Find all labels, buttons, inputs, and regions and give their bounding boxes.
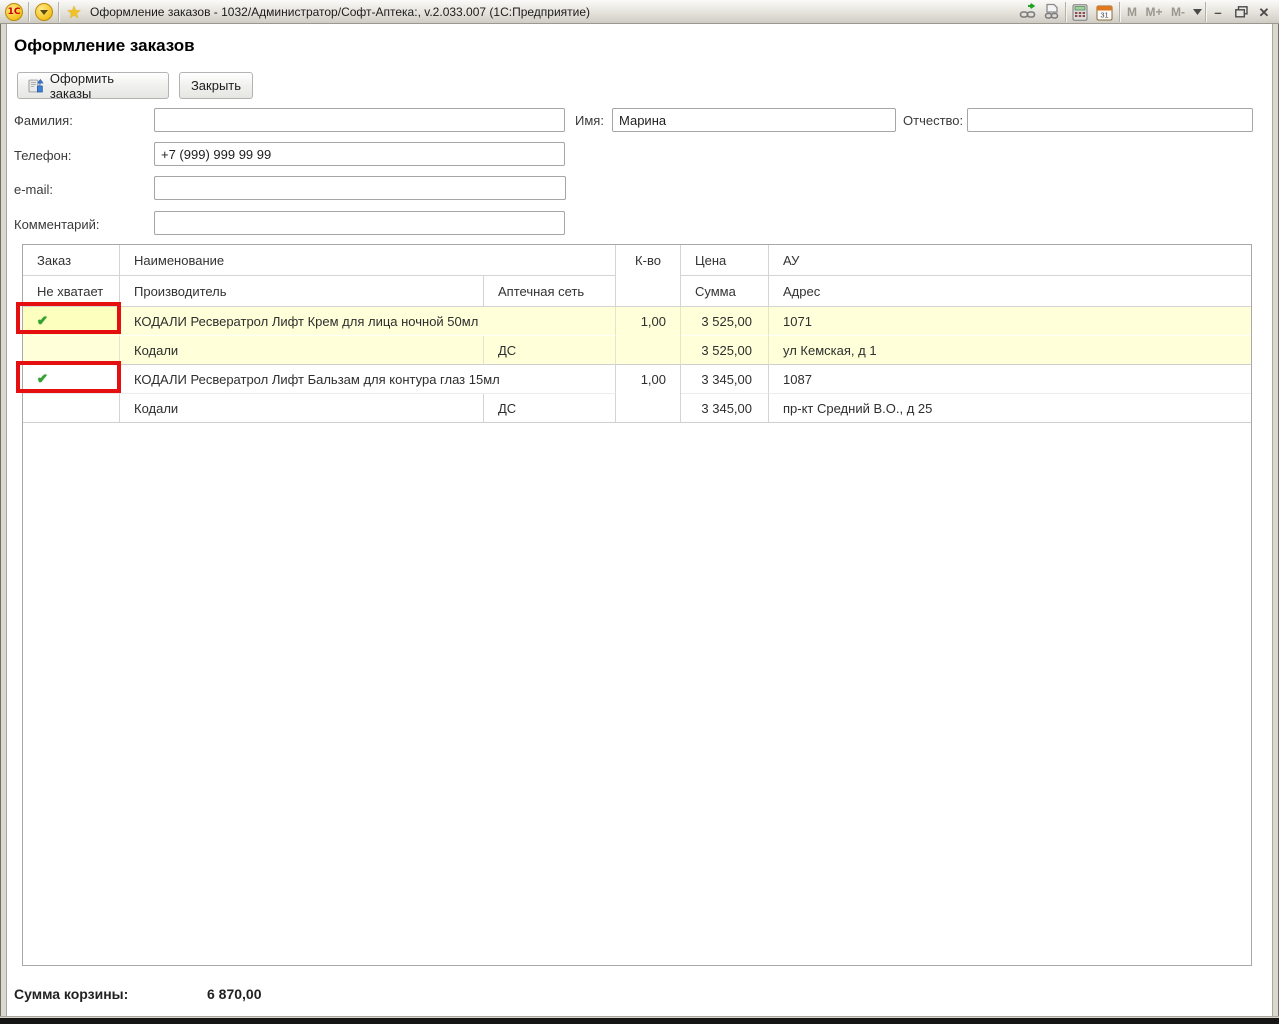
network-cell[interactable]: ДС <box>484 394 616 423</box>
sum-cell[interactable]: 3 345,00 <box>681 394 769 423</box>
sum-cell[interactable]: 3 525,00 <box>681 336 769 365</box>
calendar-button[interactable]: 31 <box>1092 1 1116 23</box>
titlebar-separator <box>1119 2 1121 22</box>
network-cell[interactable]: ДС <box>484 336 616 365</box>
close-button[interactable]: ✕ <box>1254 1 1274 23</box>
memory-m-label: M <box>1127 5 1137 19</box>
svg-text:31: 31 <box>1100 10 1108 19</box>
manufacturer-cell[interactable]: Кодали <box>120 336 484 365</box>
favorites-button[interactable]: ★ <box>60 1 88 23</box>
header-price: Цена <box>681 245 769 276</box>
header-address: Адрес <box>769 276 1251 307</box>
shortage-cell[interactable] <box>23 394 120 423</box>
header-sum: Сумма <box>681 276 769 307</box>
middlename-input[interactable] <box>967 108 1253 132</box>
table-row[interactable]: ✔ КОДАЛИ Ресвератрол Лифт Бальзам для ко… <box>23 365 1251 423</box>
product-name-cell[interactable]: КОДАЛИ Ресвератрол Лифт Бальзам для конт… <box>120 365 616 394</box>
calculator-icon <box>1072 4 1088 21</box>
close-icon: ✕ <box>1259 6 1270 19</box>
system-menu-button[interactable] <box>30 1 58 23</box>
cart-total-value: 6 870,00 <box>207 986 262 1002</box>
calculator-button[interactable] <box>1068 1 1092 23</box>
header-shortage: Не хватает <box>23 276 120 307</box>
header-network: Аптечная сеть <box>484 276 616 307</box>
order-checkbox-cell[interactable]: ✔ <box>23 307 120 336</box>
page-title: Оформление заказов <box>14 36 195 56</box>
au-cell[interactable]: 1087 <box>769 365 1251 394</box>
window-border-right <box>1272 24 1279 1016</box>
header-qty: К-во <box>616 245 681 307</box>
memory-m-plus-label: M+ <box>1145 5 1162 19</box>
au-cell[interactable]: 1071 <box>769 307 1251 336</box>
titlebar-separator <box>1065 2 1067 22</box>
memory-add-button[interactable]: M+ <box>1142 1 1166 23</box>
email-label: e-mail: <box>14 182 53 197</box>
close-form-button[interactable]: Закрыть <box>179 72 253 99</box>
memory-recall-button[interactable]: M <box>1124 1 1140 23</box>
firstname-label: Имя: <box>575 113 604 128</box>
titlebar-more-button[interactable] <box>1190 1 1204 23</box>
cart-total-label: Сумма корзины: <box>14 986 128 1002</box>
order-checkbox-cell[interactable]: ✔ <box>23 365 120 394</box>
shortage-cell[interactable] <box>23 336 120 365</box>
star-icon: ★ <box>66 4 81 21</box>
comment-input[interactable] <box>154 211 565 235</box>
window-border-left <box>0 24 7 1016</box>
table-row[interactable]: ✔ КОДАЛИ Ресвератрол Лифт Крем для лица … <box>23 307 1251 365</box>
caret-down-icon <box>1193 9 1202 15</box>
close-form-label: Закрыть <box>191 78 241 93</box>
memory-subtract-button[interactable]: M- <box>1166 1 1190 23</box>
phone-input[interactable] <box>154 142 565 166</box>
header-order: Заказ <box>23 245 120 276</box>
manufacturer-cell[interactable]: Кодали <box>120 394 484 423</box>
header-manufacturer: Производитель <box>120 276 484 307</box>
add-link-button[interactable] <box>1016 1 1040 23</box>
qty-cell[interactable]: 1,00 <box>616 307 681 365</box>
minimize-button[interactable]: – <box>1208 1 1228 23</box>
price-cell[interactable]: 3 525,00 <box>681 307 769 336</box>
calendar-icon: 31 <box>1096 4 1113 21</box>
titlebar-separator <box>1205 2 1207 22</box>
restore-icon <box>1235 6 1248 18</box>
link-page-icon <box>1043 3 1061 21</box>
middlename-label: Отчество: <box>903 113 963 128</box>
check-icon: ✔ <box>37 371 48 387</box>
qty-cell[interactable]: 1,00 <box>616 365 681 423</box>
orders-table: Заказ Наименование К-во Цена АУ Не хвата… <box>22 244 1252 966</box>
check-icon: ✔ <box>37 313 48 329</box>
restore-button[interactable] <box>1230 1 1252 23</box>
firstname-input[interactable] <box>612 108 896 132</box>
header-name: Наименование <box>120 245 616 276</box>
email-input[interactable] <box>154 176 566 200</box>
product-name-cell[interactable]: КОДАЛИ Ресвератрол Лифт Крем для лица но… <box>120 307 616 336</box>
app-logo-button[interactable]: 1С <box>0 1 28 23</box>
copy-link-button[interactable] <box>1040 1 1064 23</box>
comment-label: Комментарий: <box>14 217 100 232</box>
1c-logo-icon: 1С <box>5 3 23 21</box>
window-title: Оформление заказов - 1032/Администратор/… <box>90 5 590 19</box>
titlebar: 1С ★ Оформление заказов - 1032/Администр… <box>0 0 1279 24</box>
submit-orders-button[interactable]: Оформить заказы <box>17 72 169 99</box>
minimize-icon: – <box>1214 6 1221 19</box>
phone-label: Телефон: <box>14 148 72 163</box>
memory-m-minus-label: M- <box>1171 5 1185 19</box>
submit-orders-label: Оформить заказы <box>50 71 158 101</box>
app-window: 1С ★ Оформление заказов - 1032/Администр… <box>0 0 1279 1024</box>
chevron-down-icon <box>35 3 53 21</box>
price-cell[interactable]: 3 345,00 <box>681 365 769 394</box>
window-bottom-bar <box>0 1018 1279 1024</box>
lastname-label: Фамилия: <box>14 113 73 128</box>
link-add-icon <box>1019 3 1037 21</box>
lastname-input[interactable] <box>154 108 565 132</box>
header-au: АУ <box>769 245 1251 276</box>
address-cell[interactable]: пр-кт Средний В.О., д 25 <box>769 394 1251 423</box>
address-cell[interactable]: ул Кемская, д 1 <box>769 336 1251 365</box>
table-header: Заказ Наименование К-во Цена АУ Не хвата… <box>23 245 1251 307</box>
upload-document-icon <box>28 78 44 94</box>
